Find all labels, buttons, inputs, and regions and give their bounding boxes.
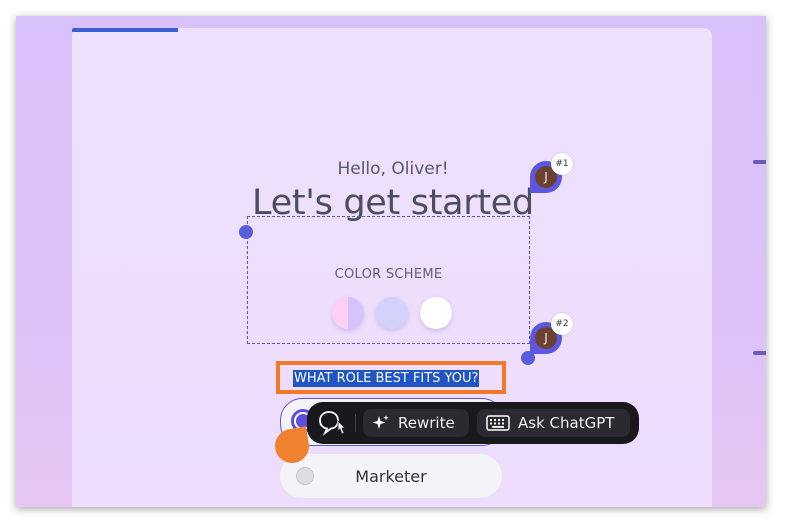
swatch-periwinkle[interactable] [376, 297, 408, 329]
pin-badge-2: #2 [551, 313, 573, 335]
greeting-text: Hello, Oliver! [337, 159, 449, 179]
ask-chatgpt-label: Ask ChatGPT [518, 414, 615, 432]
rewrite-button[interactable]: Rewrite [363, 409, 469, 437]
progress-bar [72, 28, 178, 32]
role-question[interactable]: WHAT ROLE BEST FITS YOU? [293, 370, 480, 387]
side-marker-bottom [753, 351, 766, 355]
ai-toolbar: Rewrite Ask ChatGPT [307, 402, 639, 444]
pin-badge-1: #1 [551, 153, 573, 175]
role-option-marketer[interactable]: Marketer [280, 454, 502, 498]
side-marker-top [753, 160, 766, 164]
color-scheme-label: COLOR SCHEME [334, 267, 443, 282]
chat-bubble-icon[interactable] [317, 409, 347, 437]
option-label: Marketer [355, 467, 427, 486]
rewrite-label: Rewrite [398, 414, 455, 432]
selection-handle-top-left[interactable] [239, 225, 253, 239]
swatch-pink-lavender[interactable] [332, 297, 364, 329]
swatch-white[interactable] [420, 297, 452, 329]
keyboard-icon [486, 415, 510, 431]
sparkle-icon [372, 414, 390, 432]
toolbar-divider [355, 414, 356, 432]
ask-chatgpt-button[interactable]: Ask ChatGPT [477, 409, 630, 437]
app-window: Hello, Oliver! Let's get started COLOR S… [16, 16, 766, 507]
